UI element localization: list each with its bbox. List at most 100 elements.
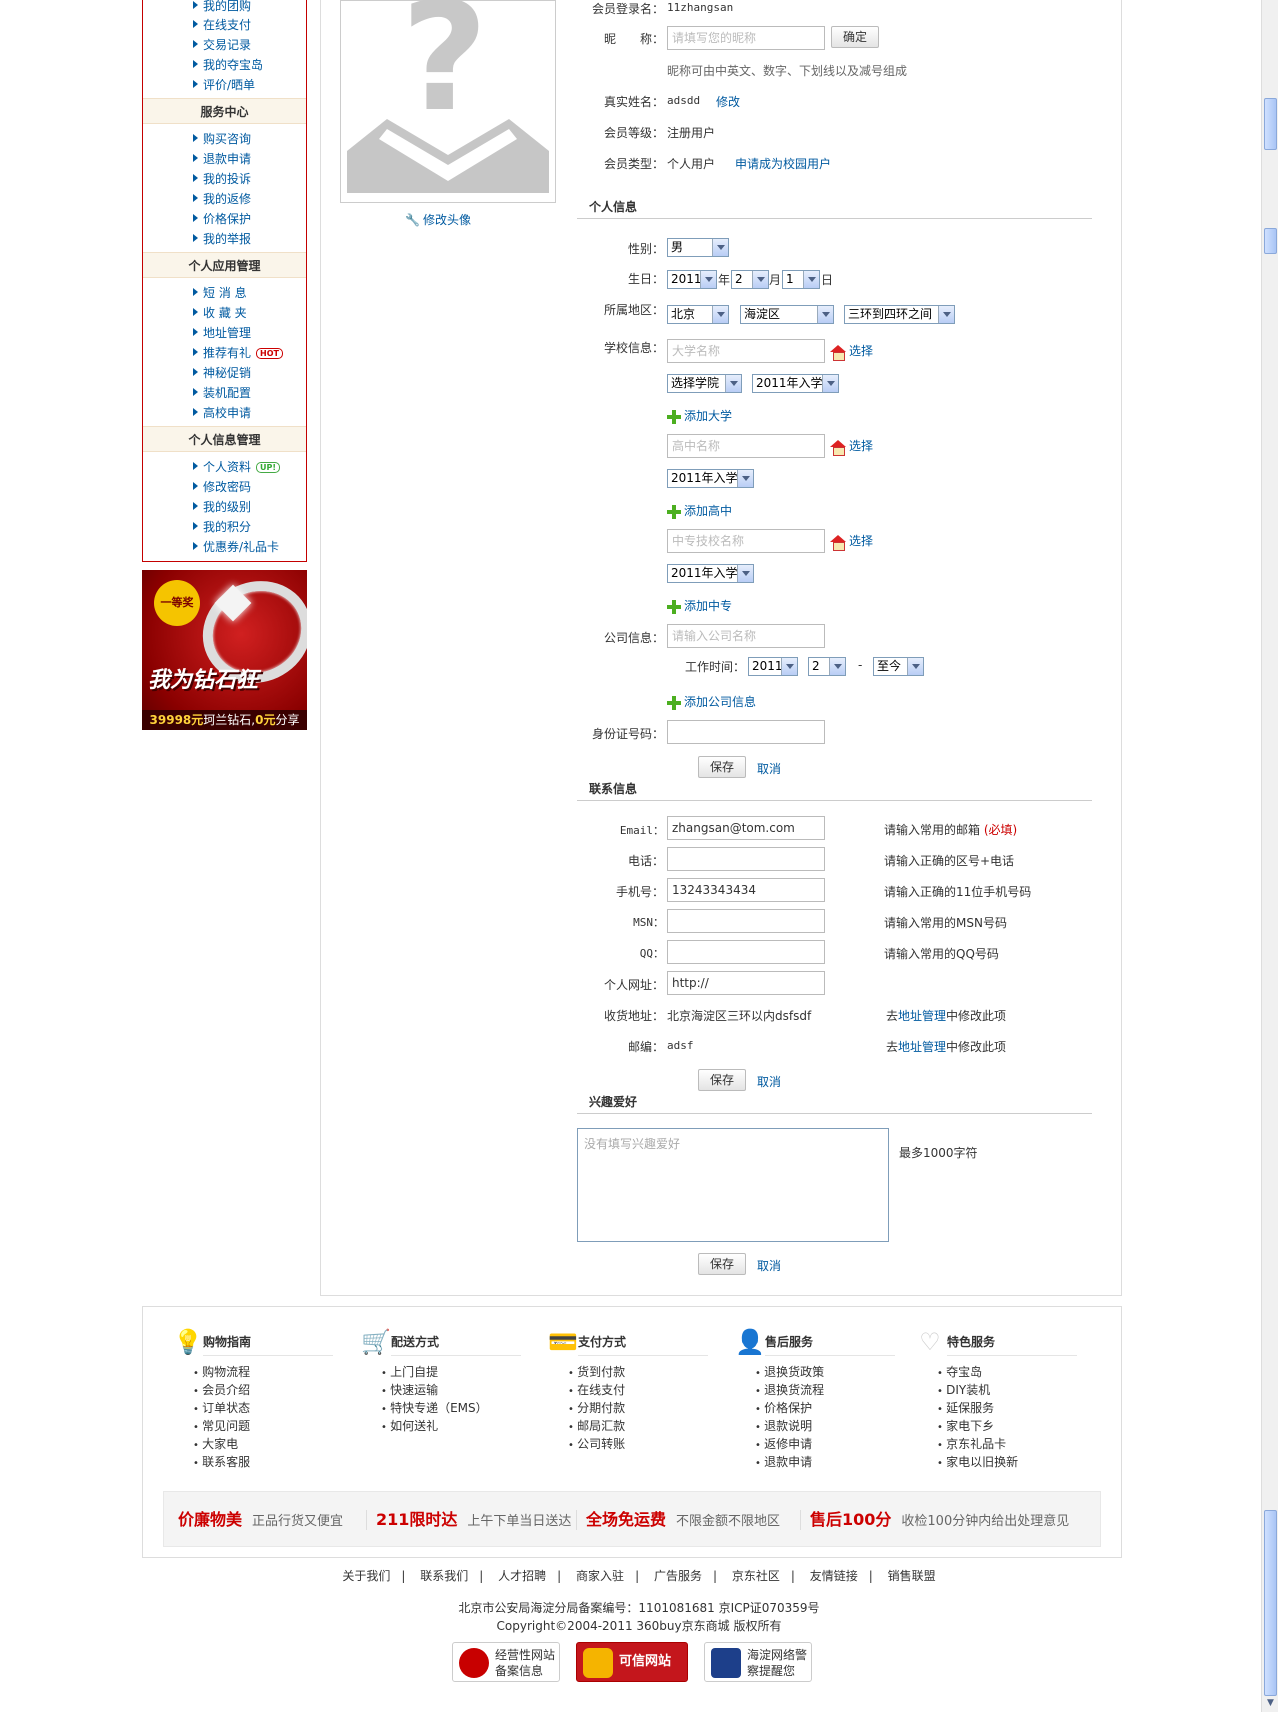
work-end-select[interactable]: 至今 [873, 657, 924, 676]
sidebar-item-refund[interactable]: 退款申请 [193, 151, 251, 167]
choose-highschool-link[interactable]: 选择 [830, 437, 873, 456]
save-contact-button[interactable]: 保存 [698, 1069, 746, 1091]
birth-year-select[interactable]: 2011 [667, 270, 717, 289]
footer-bottom-link[interactable]: 销售联盟 [888, 1569, 936, 1583]
highschool-year-select[interactable]: 2011年入学 [667, 469, 754, 488]
footer-link[interactable]: 联系客服 [193, 1453, 250, 1471]
area-select[interactable]: 三环到四环之间 [844, 305, 955, 324]
sidebar-item-level[interactable]: 我的级别 [193, 499, 251, 515]
add-vocational-link[interactable]: 添加中专 [667, 597, 732, 614]
college-select[interactable]: 选择学院 [667, 374, 742, 393]
sidebar-item-report[interactable]: 我的举报 [193, 231, 251, 247]
footer-link[interactable]: 退款申请 [755, 1453, 824, 1471]
nickname-input[interactable]: 请填写您的昵称 [667, 26, 825, 50]
cancel-hobby-link[interactable]: 取消 [757, 1257, 781, 1274]
edit-avatar-link[interactable]: 🔧 修改头像 [405, 211, 471, 228]
cancel-contact-link[interactable]: 取消 [757, 1073, 781, 1090]
mobile-input[interactable]: 13243343434 [667, 878, 825, 902]
address-management-link[interactable]: 地址管理 [898, 1009, 946, 1023]
footer-bottom-link[interactable]: 联系我们 [420, 1569, 468, 1583]
vocational-year-select[interactable]: 2011年入学 [667, 564, 754, 583]
footer-link[interactable]: 公司转账 [568, 1435, 625, 1453]
highschool-input[interactable]: 高中名称 [667, 434, 825, 458]
add-company-link[interactable]: 添加公司信息 [667, 693, 756, 710]
sidebar-item-promo[interactable]: 神秘促销 [193, 365, 251, 381]
sidebar-item-complaint[interactable]: 我的投诉 [193, 171, 251, 187]
footer-bottom-link[interactable]: 商家入驻 [576, 1569, 624, 1583]
sidebar-item-points[interactable]: 我的积分 [193, 519, 251, 535]
vocational-input[interactable]: 中专技校名称 [667, 529, 825, 553]
footer-link[interactable]: 价格保护 [755, 1399, 824, 1417]
work-year-select[interactable]: 2011 [748, 657, 798, 676]
sidebar-item-favorites[interactable]: 收 藏 夹 [193, 305, 247, 321]
qq-input[interactable] [667, 940, 825, 964]
sidebar-item-price-protect[interactable]: 价格保护 [193, 211, 251, 227]
cert-police[interactable]: 海淀网络警 察提醒您 [704, 1642, 812, 1682]
footer-link[interactable]: 家电下乡 [937, 1417, 1018, 1435]
sidebar-item-referral[interactable]: 推荐有礼 HOT [193, 345, 283, 361]
choose-vocational-link[interactable]: 选择 [830, 532, 873, 551]
gender-select[interactable]: 男 [667, 238, 729, 257]
sidebar-item-pc-config[interactable]: 装机配置 [193, 385, 251, 401]
sidebar-item-coupons[interactable]: 优惠券/礼品卡 [193, 539, 279, 555]
footer-link[interactable]: 常见问题 [193, 1417, 250, 1435]
footer-link[interactable]: 购物流程 [193, 1363, 250, 1381]
choose-university-link[interactable]: 选择 [830, 342, 873, 361]
footer-link[interactable]: 退款说明 [755, 1417, 824, 1435]
hobbies-textarea[interactable]: 没有填写兴趣爱好 [577, 1128, 889, 1242]
add-university-link[interactable]: 添加大学 [667, 407, 732, 424]
footer-link[interactable]: 如何送礼 [381, 1417, 488, 1435]
footer-link[interactable]: 退换货流程 [755, 1381, 824, 1399]
province-select[interactable]: 北京 [667, 305, 729, 324]
company-input[interactable]: 请输入公司名称 [667, 624, 825, 648]
website-input[interactable]: http:// [667, 971, 825, 995]
footer-bottom-link[interactable]: 友情链接 [810, 1569, 858, 1583]
footer-link[interactable]: 退换货政策 [755, 1363, 824, 1381]
sidebar-item-password[interactable]: 修改密码 [193, 479, 251, 495]
sidebar-item-address[interactable]: 地址管理 [193, 325, 251, 341]
sidebar-item-groupbuy[interactable]: 我的团购 [193, 0, 251, 14]
footer-link[interactable]: 会员介绍 [193, 1381, 250, 1399]
sidebar-item-profile[interactable]: 个人资料 UP! [193, 459, 281, 475]
msn-input[interactable] [667, 909, 825, 933]
confirm-nickname-button[interactable]: 确定 [831, 26, 879, 48]
sidebar-item-campus[interactable]: 高校申请 [193, 405, 251, 421]
footer-link[interactable]: 返修申请 [755, 1435, 824, 1453]
university-input[interactable]: 大学名称 [667, 339, 825, 363]
footer-bottom-link[interactable]: 京东社区 [732, 1569, 780, 1583]
work-month-select[interactable]: 2 [808, 657, 846, 676]
footer-link[interactable]: 家电以旧换新 [937, 1453, 1018, 1471]
footer-link[interactable]: 分期付款 [568, 1399, 625, 1417]
footer-bottom-link[interactable]: 关于我们 [342, 1569, 390, 1583]
footer-link[interactable]: DIY装机 [937, 1381, 1018, 1399]
sidebar-item-online-pay[interactable]: 在线支付 [193, 17, 251, 33]
sidebar-item-repair[interactable]: 我的返修 [193, 191, 251, 207]
footer-link[interactable]: 订单状态 [193, 1399, 250, 1417]
footer-link[interactable]: 在线支付 [568, 1381, 625, 1399]
sidebar-item-transactions[interactable]: 交易记录 [193, 37, 251, 53]
sidebar-item-consult[interactable]: 购买咨询 [193, 131, 251, 147]
district-select[interactable]: 海淀区 [740, 305, 834, 324]
id-number-input[interactable] [667, 720, 825, 744]
footer-link[interactable]: 延保服务 [937, 1399, 1018, 1417]
footer-link[interactable]: 快速运输 [381, 1381, 488, 1399]
save-personal-button[interactable]: 保存 [698, 756, 746, 778]
footer-link[interactable]: 大家电 [193, 1435, 250, 1453]
scroll-down-arrow-icon[interactable]: ▼ [1264, 1697, 1277, 1710]
cert-trusted-site[interactable]: 可信网站 [576, 1642, 688, 1682]
footer-link[interactable]: 特快专递（EMS） [381, 1399, 488, 1417]
footer-bottom-link[interactable]: 人才招聘 [498, 1569, 546, 1583]
address-management-link[interactable]: 地址管理 [898, 1040, 946, 1054]
cert-website-record[interactable]: 经营性网站 备案信息 [452, 1642, 560, 1682]
scroll-thumb[interactable] [1264, 98, 1277, 150]
scroll-thumb[interactable] [1264, 1510, 1277, 1696]
footer-bottom-link[interactable]: 广告服务 [654, 1569, 702, 1583]
save-hobby-button[interactable]: 保存 [698, 1253, 746, 1275]
sidebar-item-reviews[interactable]: 评价/晒单 [193, 77, 255, 93]
footer-link[interactable]: 上门自提 [381, 1363, 488, 1381]
footer-link[interactable]: 夺宝岛 [937, 1363, 1018, 1381]
add-highschool-link[interactable]: 添加高中 [667, 502, 732, 519]
footer-link[interactable]: 货到付款 [568, 1363, 625, 1381]
email-input[interactable]: zhangsan@tom.com [667, 816, 825, 840]
vertical-scrollbar[interactable]: ▼ [1261, 0, 1278, 1712]
